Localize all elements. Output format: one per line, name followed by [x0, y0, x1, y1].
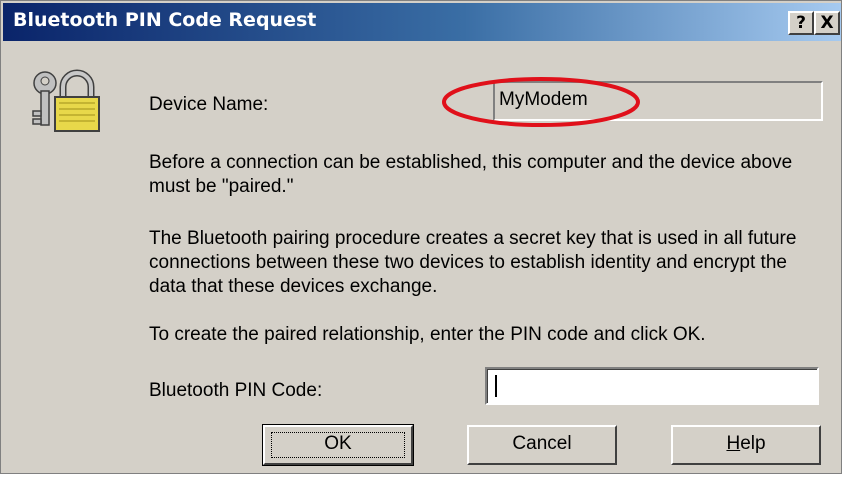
close-button[interactable]: X: [814, 11, 840, 35]
ok-button[interactable]: OK: [262, 424, 414, 466]
pin-code-input[interactable]: [485, 367, 819, 405]
pin-code-label: Bluetooth PIN Code:: [149, 380, 323, 401]
title-bar[interactable]: Bluetooth PIN Code Request ? X: [3, 3, 841, 41]
cancel-button[interactable]: Cancel: [467, 425, 617, 465]
help-mnemonic: H: [726, 433, 741, 454]
bluetooth-pin-dialog: Bluetooth PIN Code Request ? X Device Na…: [0, 0, 842, 474]
lock-keys-icon: [32, 69, 100, 132]
help-button[interactable]: Help: [671, 425, 821, 465]
pairing-procedure-text: The Bluetooth pairing procedure creates …: [149, 228, 797, 297]
pairing-intro-text: Before a connection can be established, …: [149, 152, 793, 197]
pairing-instruction-text: To create the paired relationship, enter…: [149, 324, 706, 345]
help-title-button[interactable]: ?: [788, 11, 814, 35]
window-title: Bluetooth PIN Code Request: [13, 9, 317, 31]
device-name-label: Device Name:: [149, 94, 269, 115]
cancel-button-label: Cancel: [512, 433, 572, 454]
focus-rectangle: [271, 432, 405, 458]
text-caret: [495, 375, 497, 397]
help-button-label: elp: [740, 433, 766, 454]
red-highlight-ellipse: [442, 77, 640, 127]
